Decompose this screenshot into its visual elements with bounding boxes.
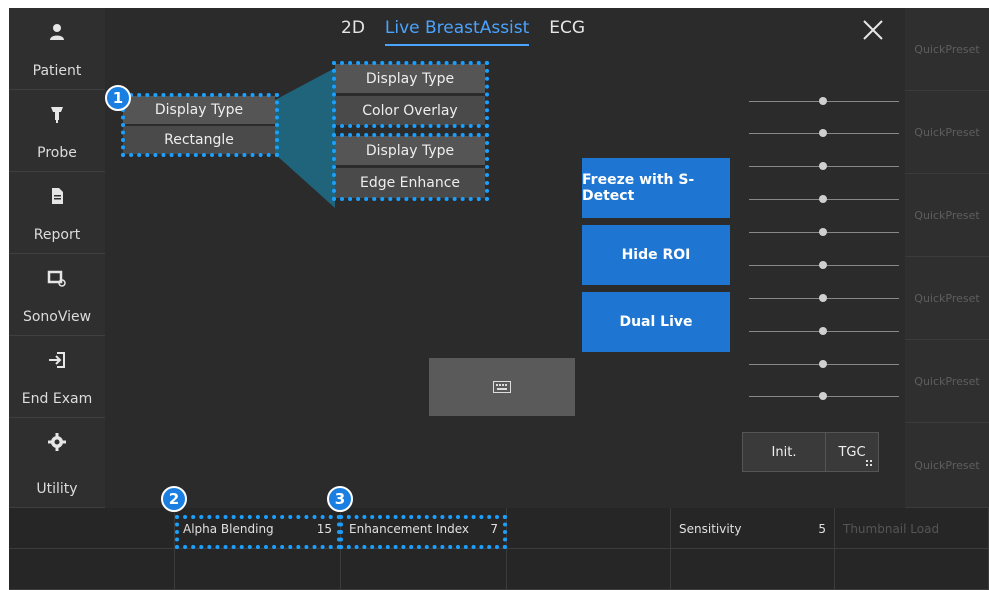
keyboard-icon <box>493 381 511 393</box>
close-icon[interactable] <box>861 18 885 42</box>
tab-2d[interactable]: 2D <box>341 18 365 46</box>
callout-connector <box>275 68 335 208</box>
tgc-slider-handle[interactable] <box>819 392 827 400</box>
sensitivity-label: Sensitivity <box>679 522 742 536</box>
sidebar-item-label: Patient <box>32 63 82 79</box>
tab-ecg[interactable]: ECG <box>549 18 585 46</box>
bottom-cell-empty <box>507 549 671 590</box>
callout-badge-2: 2 <box>161 486 187 512</box>
bottom-cell-empty <box>341 549 507 590</box>
quickpreset-4[interactable]: QuickPreset <box>905 257 989 340</box>
tgc-slider-handle[interactable] <box>819 162 827 170</box>
sidebar-item-utility[interactable]: Utility <box>9 418 105 508</box>
quickpreset-6[interactable]: QuickPreset <box>905 423 989 508</box>
bottom-cell-empty <box>507 508 671 549</box>
tgc-slider-handle[interactable] <box>819 327 827 335</box>
thumbnail-load-label: Thumbnail Load <box>843 522 940 536</box>
thumbnail-load-control[interactable]: Thumbnail Load <box>835 508 989 549</box>
tgc-button[interactable]: TGC <box>825 432 879 472</box>
callout-box-3 <box>339 515 507 549</box>
callout-badge-3: 3 <box>327 486 353 512</box>
callout-box-1 <box>121 93 279 157</box>
sidebar-item-probe[interactable]: Probe <box>9 90 105 172</box>
ultrasound-screen: Patient Probe Report SonoView End Exam U… <box>9 8 989 590</box>
quickpreset-1[interactable]: QuickPreset <box>905 8 989 91</box>
user-icon <box>50 24 64 40</box>
keyboard-button[interactable] <box>429 358 575 416</box>
quickpreset-3[interactable]: QuickPreset <box>905 174 989 257</box>
callout-badge-1: 1 <box>105 85 131 111</box>
document-icon <box>52 188 63 204</box>
sensitivity-value: 5 <box>818 522 826 536</box>
tgc-slider-handle[interactable] <box>819 228 827 236</box>
sidebar-item-label: Report <box>33 227 81 243</box>
sonoview-icon <box>47 270 66 287</box>
bottom-cell-empty <box>175 549 341 590</box>
sidebar-item-label: SonoView <box>22 309 92 325</box>
tab-live-breastassist[interactable]: Live BreastAssist <box>384 18 530 46</box>
sidebar-item-report[interactable]: Report <box>9 172 105 254</box>
tgc-slider-handle[interactable] <box>819 195 827 203</box>
probe-icon <box>51 107 63 123</box>
callout-box-2 <box>175 515 341 549</box>
bottom-control-bar: Alpha Blending 15 Enhancement Index 7 Se… <box>9 508 989 590</box>
quickpreset-5[interactable]: QuickPreset <box>905 340 989 423</box>
tgc-button-label: TGC <box>838 444 866 460</box>
bottom-cell-empty <box>9 549 175 590</box>
hide-roi-button[interactable]: Hide ROI <box>582 225 730 285</box>
callout-box-option1 <box>332 61 489 128</box>
gear-icon <box>48 433 66 451</box>
tgc-slider-handle[interactable] <box>819 360 827 368</box>
callout-box-option2 <box>332 133 489 201</box>
dual-live-button[interactable]: Dual Live <box>582 292 730 352</box>
sensitivity-control[interactable]: Sensitivity 5 <box>671 508 835 549</box>
exit-icon <box>49 352 65 368</box>
sidebar-item-label: Probe <box>37 145 77 161</box>
init-button[interactable]: Init. <box>742 432 826 472</box>
bottom-cell-empty <box>835 549 989 590</box>
mode-tabs: 2D Live BreastAssist ECG <box>341 18 585 46</box>
bottom-cell-empty <box>671 549 835 590</box>
tgc-slider-handle[interactable] <box>819 294 827 302</box>
tgc-slider-handle[interactable] <box>819 129 827 137</box>
left-sidebar: Patient Probe Report SonoView End Exam U… <box>9 8 105 508</box>
tgc-slider-handle[interactable] <box>819 261 827 269</box>
sidebar-item-sonoview[interactable]: SonoView <box>9 254 105 336</box>
sidebar-item-label: Utility <box>36 481 78 497</box>
sidebar-item-end-exam[interactable]: End Exam <box>9 336 105 418</box>
quickpreset-2[interactable]: QuickPreset <box>905 91 989 174</box>
freeze-sdetect-button[interactable]: Freeze with S-Detect <box>582 158 730 218</box>
bottom-cell-empty <box>9 508 175 549</box>
tgc-slider-handle[interactable] <box>819 97 827 105</box>
sidebar-item-patient[interactable]: Patient <box>9 8 105 90</box>
grip-icon <box>866 460 872 466</box>
main-panel: 2D Live BreastAssist ECG Display Type Re… <box>105 8 905 508</box>
sidebar-item-label: End Exam <box>21 391 93 407</box>
